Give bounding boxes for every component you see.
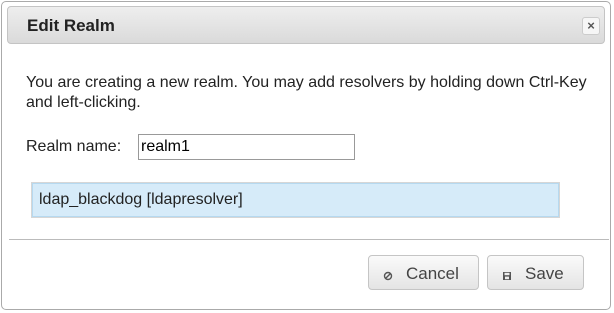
- dialog-title: Edit Realm: [27, 16, 115, 35]
- cancel-button[interactable]: Cancel: [368, 255, 479, 290]
- save-button[interactable]: Save: [487, 255, 584, 290]
- footer-divider: [9, 239, 609, 240]
- realm-name-label: Realm name:: [26, 138, 122, 155]
- close-button[interactable]: ×: [582, 17, 600, 35]
- close-icon: ×: [587, 18, 595, 33]
- resolver-item-ldap-blackdog[interactable]: ldap_blackdog [ldapresolver]: [32, 183, 559, 217]
- dialog-titlebar: Edit Realm ×: [7, 6, 605, 44]
- cancel-icon: [382, 267, 394, 281]
- edit-realm-dialog: Edit Realm × You are creating a new real…: [1, 1, 611, 310]
- resolver-list: ldap_blackdog [ldapresolver]: [31, 182, 560, 218]
- floppy-disk-icon: [501, 267, 513, 280]
- dialog-message: You are creating a new realm. You may ad…: [26, 74, 587, 111]
- save-label: Save: [525, 264, 564, 283]
- cancel-label: Cancel: [406, 264, 459, 283]
- realm-name-input[interactable]: [138, 134, 355, 160]
